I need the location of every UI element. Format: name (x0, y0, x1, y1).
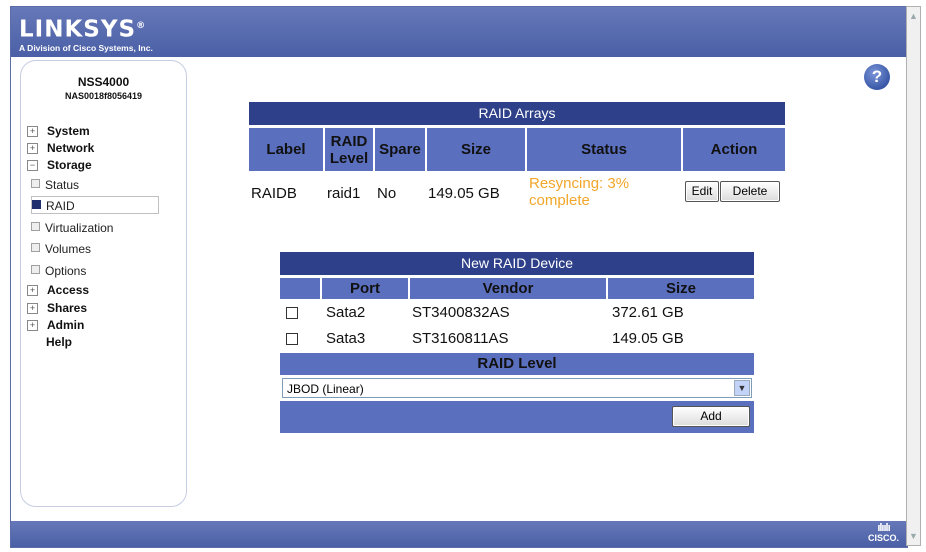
linksys-logo: LINKSYS® A Division of Cisco Systems, In… (19, 16, 153, 53)
raid-spare-cell: No (377, 185, 397, 202)
column-header-port: Port (322, 278, 408, 299)
vendor-cell: ST3160811AS (412, 330, 509, 347)
size-cell: 149.05 GB (612, 330, 684, 347)
header-bar: LINKSYS® A Division of Cisco Systems, In… (11, 7, 907, 57)
raid-arrays-title: RAID Arrays (249, 102, 785, 125)
column-header-spare: Spare (375, 128, 425, 171)
column-header-size: Size (608, 278, 754, 299)
bullet-icon (31, 243, 40, 252)
port-cell: Sata2 (326, 304, 366, 321)
sidebar: NSS4000 NAS0018f8056419 + System + Network… (20, 60, 187, 507)
column-header-status: Status (527, 128, 681, 171)
raid-level-selected: JBOD (Linear) (287, 382, 364, 396)
column-header-vendor: Vendor (410, 278, 606, 299)
logo-subtitle: A Division of Cisco Systems, Inc. (19, 42, 153, 53)
expand-icon[interactable]: + (27, 126, 38, 137)
bullet-icon (31, 179, 40, 188)
sidebar-item-help[interactable]: Help (46, 335, 72, 349)
raid-status-cell: Resyncing: 3% complete (529, 175, 630, 209)
sidebar-item-system[interactable]: + System (27, 123, 90, 139)
scroll-down-icon[interactable]: ▼ (907, 529, 920, 543)
sidebar-subitem-status[interactable]: Status (31, 176, 159, 194)
device-id: NAS0018f8056419 (64, 91, 143, 101)
bullet-icon (31, 222, 40, 231)
new-raid-title: New RAID Device (280, 252, 754, 275)
size-cell: 372.61 GB (612, 304, 684, 321)
sidebar-item-access[interactable]: + Access (27, 282, 89, 298)
expand-icon[interactable]: + (27, 285, 38, 296)
bullet-icon (31, 265, 40, 274)
edit-button[interactable]: Edit (685, 181, 719, 202)
cisco-logo: ılıılı CISCO. (867, 522, 899, 544)
expand-icon[interactable]: + (27, 320, 38, 331)
column-header-raid-level: RAID Level (325, 128, 373, 171)
bullet-icon (32, 200, 41, 209)
select-checkbox[interactable] (286, 307, 298, 319)
select-checkbox[interactable] (286, 333, 298, 345)
sidebar-item-network[interactable]: + Network (27, 140, 94, 156)
column-header-action: Action (683, 128, 785, 171)
port-cell: Sata3 (326, 330, 366, 347)
expand-icon[interactable]: + (27, 143, 38, 154)
dropdown-arrow-icon[interactable]: ▼ (734, 380, 750, 396)
column-header-select (280, 278, 320, 299)
raid-size-cell: 149.05 GB (428, 185, 500, 202)
sidebar-item-admin[interactable]: + Admin (27, 317, 84, 333)
device-name: NSS4000 (77, 75, 130, 89)
sidebar-item-shares[interactable]: + Shares (27, 300, 87, 316)
raid-label-cell: RAIDB (251, 185, 297, 202)
sidebar-subitem-options[interactable]: Options (31, 262, 159, 280)
sidebar-subitem-virtualization[interactable]: Virtualization (31, 219, 159, 237)
column-header-label: Label (249, 128, 323, 171)
add-bar: Add (280, 401, 754, 433)
delete-button[interactable]: Delete (720, 181, 780, 202)
sidebar-subitem-volumes[interactable]: Volumes (31, 240, 159, 258)
raid-level-cell: raid1 (327, 185, 361, 202)
help-icon[interactable]: ? (864, 64, 890, 90)
sidebar-subitem-raid[interactable]: RAID (31, 196, 159, 214)
vertical-scrollbar[interactable]: ▲ ▼ (906, 6, 921, 546)
sidebar-item-storage[interactable]: − Storage (27, 157, 92, 173)
raid-level-select[interactable]: JBOD (Linear) ▼ (282, 378, 752, 398)
column-header-size: Size (427, 128, 525, 171)
collapse-icon[interactable]: − (27, 160, 38, 171)
vendor-cell: ST3400832AS (412, 304, 510, 321)
expand-icon[interactable]: + (27, 303, 38, 314)
raid-level-header: RAID Level (280, 353, 754, 375)
add-button[interactable]: Add (672, 406, 750, 427)
scroll-up-icon[interactable]: ▲ (907, 9, 920, 23)
footer-bar: ılıılı CISCO. (11, 521, 907, 547)
